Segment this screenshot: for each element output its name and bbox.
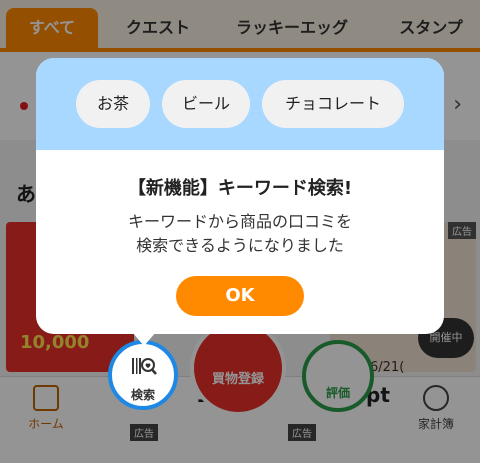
feature-dialog: お茶 ビール チョコレート 【新機能】キーワード検索! キーワードから商品の口コ…	[36, 58, 444, 346]
search-button-label: 検索	[130, 388, 155, 402]
keyword-chip-beer[interactable]: ビール	[162, 80, 250, 128]
keyword-chip-tea[interactable]: お茶	[76, 80, 150, 128]
dialog-pointer	[132, 332, 156, 346]
dialog-title: 【新機能】キーワード検索!	[127, 178, 353, 199]
keyword-chip-chocolate[interactable]: チョコレート	[262, 80, 404, 128]
ok-button[interactable]: OK	[176, 276, 304, 316]
dialog-body-line-1: キーワードから商品の口コミを	[127, 212, 352, 231]
dialog-body: キーワードから商品の口コミを 検索できるようになりました	[36, 210, 444, 258]
barcode-search-icon	[132, 358, 157, 375]
dialog-header: お茶 ビール チョコレート	[36, 58, 444, 150]
search-button[interactable]: 検索	[108, 340, 178, 410]
dialog-body-line-2: 検索できるようになりました	[136, 236, 344, 255]
